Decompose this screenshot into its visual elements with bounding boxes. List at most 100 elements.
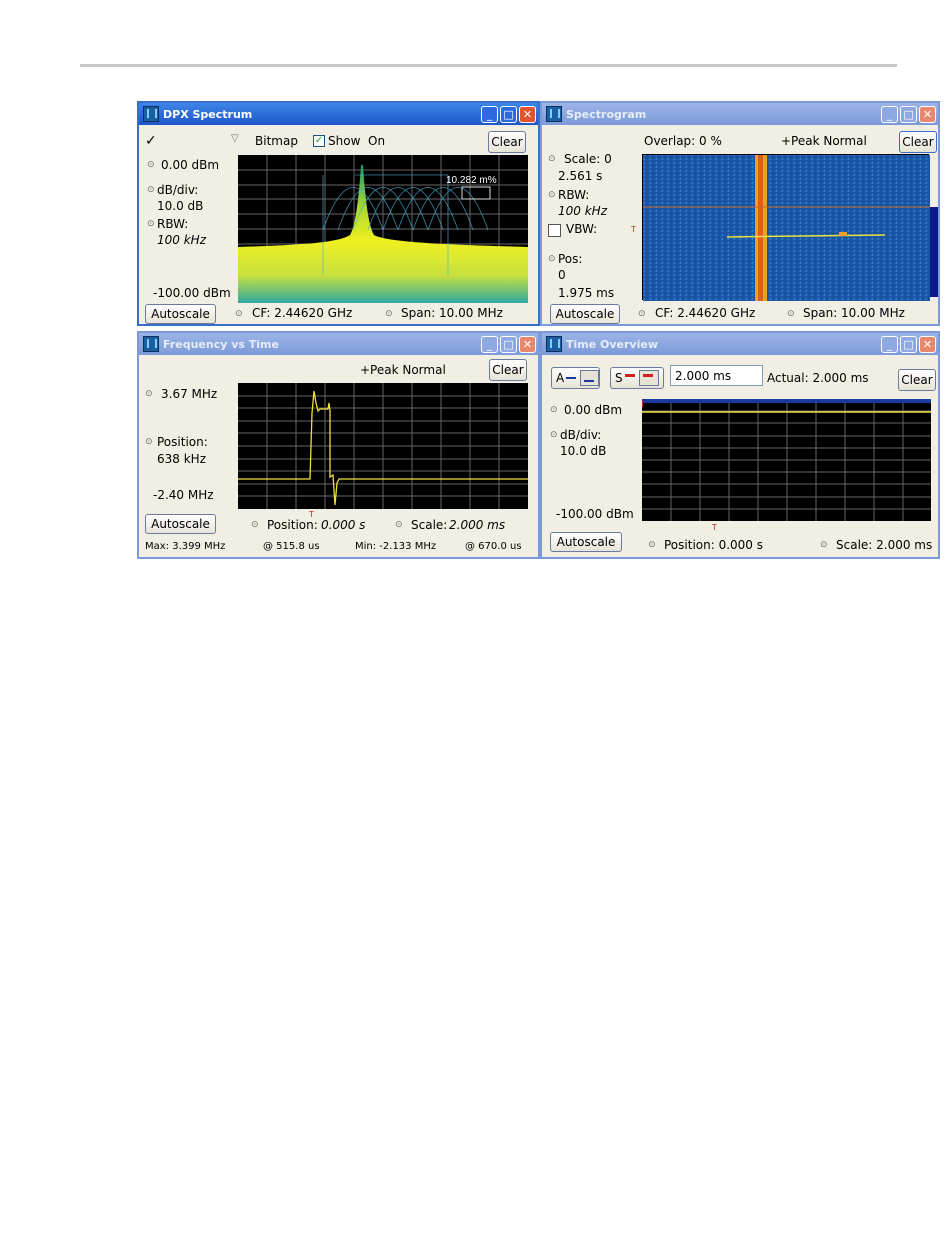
knob-icon[interactable]: ⊙ [550, 430, 558, 440]
knob-icon[interactable]: ⊙ [235, 309, 243, 319]
overlap-label: Overlap: 0 % [644, 134, 722, 148]
pos-time[interactable]: 1.975 ms [558, 286, 614, 300]
db-div-value[interactable]: 10.0 dB [560, 444, 606, 458]
knob-icon[interactable]: ⊙ [787, 309, 795, 319]
maximize-icon[interactable]: □ [900, 105, 917, 123]
span-readout[interactable]: Span: 10.00 MHz [803, 306, 905, 320]
pos-value[interactable]: 0 [558, 268, 566, 282]
overview-titlebar[interactable]: Time Overview _ □ ✕ [542, 333, 938, 355]
overview-blue-bar [642, 399, 931, 403]
minimize-icon[interactable]: _ [881, 105, 898, 123]
close-icon[interactable]: ✕ [519, 335, 536, 353]
position-value[interactable]: 638 kHz [157, 452, 206, 466]
time-input[interactable]: 2.000 ms [670, 365, 763, 386]
knob-icon[interactable]: ⊙ [147, 160, 155, 170]
rbw-value[interactable]: 100 kHz [157, 233, 206, 247]
scale-label[interactable]: Scale: 0 [564, 152, 612, 166]
span-readout[interactable]: Span: 10.00 MHz [401, 306, 503, 320]
clear-button[interactable]: Clear [489, 359, 527, 381]
minimize-icon[interactable]: _ [481, 335, 498, 353]
position-readout-value[interactable]: 0.000 s [321, 518, 365, 532]
top-level[interactable]: 3.67 MHz [161, 387, 217, 401]
db-div-label: dB/div: [157, 183, 199, 197]
scale-value[interactable]: 2.561 s [558, 169, 602, 183]
clear-button[interactable]: Clear [898, 369, 936, 391]
dpx-graticule: 10.282 m% [238, 155, 528, 303]
knob-icon[interactable]: ⊙ [820, 540, 828, 550]
spectrogram-image [643, 155, 930, 301]
knob-icon[interactable]: ⊙ [648, 540, 656, 550]
time-overview-window[interactable]: Time Overview _ □ ✕ A S 2.000 ms Actual:… [540, 331, 940, 559]
knob-icon[interactable]: ⊙ [147, 219, 155, 229]
dpx-plot[interactable]: 10.282 m% [238, 155, 528, 303]
autoscale-button[interactable]: Autoscale [145, 514, 216, 534]
rbw-value[interactable]: 100 kHz [558, 204, 607, 218]
maximize-icon[interactable]: □ [500, 105, 517, 123]
red-trace-icon [624, 373, 635, 377]
min-readout: Min: -2.133 MHz [355, 541, 437, 552]
knob-icon[interactable]: ⊙ [147, 185, 155, 195]
knob-icon[interactable]: ⊙ [145, 389, 153, 399]
fvt-plot[interactable] [238, 383, 528, 509]
dpx-spectrum-window[interactable]: DPX Spectrum _ □ ✕ ✓ ▽ Bitmap ✓ Show On … [137, 101, 540, 326]
scale-readout[interactable]: Scale: 2.000 ms [836, 538, 932, 552]
vbw-checkbox[interactable] [548, 224, 561, 237]
acquisition-a-button[interactable]: A [551, 367, 600, 389]
trace-blue-swatch-icon[interactable] [579, 370, 599, 386]
acquisition-s-button[interactable]: S [610, 367, 664, 389]
knob-icon[interactable]: ⊙ [145, 437, 153, 447]
position-readout[interactable]: Position: 0.000 s [664, 538, 763, 552]
autoscale-button[interactable]: Autoscale [550, 532, 622, 552]
knob-icon[interactable]: ⊙ [550, 405, 558, 415]
frequency-vs-time-window[interactable]: Frequency vs Time _ □ ✕ +Peak Normal Cle… [137, 331, 540, 559]
db-div-value[interactable]: 10.0 dB [157, 199, 203, 213]
show-checkbox[interactable]: ✓ [313, 135, 325, 147]
window-title: DPX Spectrum [163, 107, 253, 121]
autoscale-button[interactable]: Autoscale [145, 304, 216, 324]
knob-icon[interactable]: ⊙ [548, 154, 556, 164]
knob-icon[interactable]: ⊙ [638, 309, 646, 319]
cf-readout[interactable]: CF: 2.44620 GHz [252, 306, 352, 320]
clear-button[interactable]: Clear [488, 131, 526, 153]
spectrogram-scroll-marker[interactable] [930, 207, 938, 297]
chevron-down-icon[interactable]: ▽ [231, 133, 239, 144]
knob-icon[interactable]: ⊙ [251, 520, 259, 530]
dpx-titlebar[interactable]: DPX Spectrum _ □ ✕ [139, 103, 538, 125]
knob-icon[interactable]: ⊙ [385, 309, 393, 319]
overview-plot[interactable] [642, 399, 931, 521]
bottom-level[interactable]: -100.00 dBm [153, 286, 231, 300]
close-icon[interactable]: ✕ [519, 105, 536, 123]
minimize-icon[interactable]: _ [481, 105, 498, 123]
autoscale-button[interactable]: Autoscale [550, 304, 620, 324]
fvt-graticule [238, 383, 528, 509]
db-div-label: dB/div: [560, 428, 602, 442]
maximize-icon[interactable]: □ [900, 335, 917, 353]
minimize-icon[interactable]: _ [881, 335, 898, 353]
on-label: On [368, 134, 386, 148]
window-title: Frequency vs Time [163, 337, 279, 351]
check-mark[interactable]: ✓ [145, 133, 157, 149]
scale-readout-value[interactable]: 2.000 ms [449, 518, 505, 532]
ref-level[interactable]: 0.00 dBm [564, 403, 622, 417]
spectrogram-titlebar[interactable]: Spectrogram _ □ ✕ [542, 103, 938, 125]
trigger-marker: T [712, 523, 717, 532]
close-icon[interactable]: ✕ [919, 105, 936, 123]
fvt-titlebar[interactable]: Frequency vs Time _ □ ✕ [139, 333, 538, 355]
spectrogram-window[interactable]: Spectrogram _ □ ✕ Overlap: 0 % +Peak Nor… [540, 101, 940, 326]
close-icon[interactable]: ✕ [919, 335, 936, 353]
bottom-level[interactable]: -2.40 MHz [153, 488, 214, 502]
cf-readout[interactable]: CF: 2.44620 GHz [655, 306, 755, 320]
spectrogram-plot[interactable] [642, 154, 930, 301]
ref-level[interactable]: 0.00 dBm [161, 158, 219, 172]
app-icon [143, 336, 159, 352]
knob-icon[interactable]: ⊙ [548, 190, 556, 200]
knob-icon[interactable]: ⊙ [548, 254, 556, 264]
knob-icon[interactable]: ⊙ [395, 520, 403, 530]
bottom-level[interactable]: -100.00 dBm [556, 507, 634, 521]
maximize-icon[interactable]: □ [500, 335, 517, 353]
blue-trace-icon [566, 377, 576, 379]
show-label: Show [328, 134, 361, 148]
clear-button[interactable]: Clear [899, 131, 937, 153]
trigger-marker: T [631, 225, 636, 234]
trace-red-swatch-icon[interactable] [638, 370, 659, 386]
